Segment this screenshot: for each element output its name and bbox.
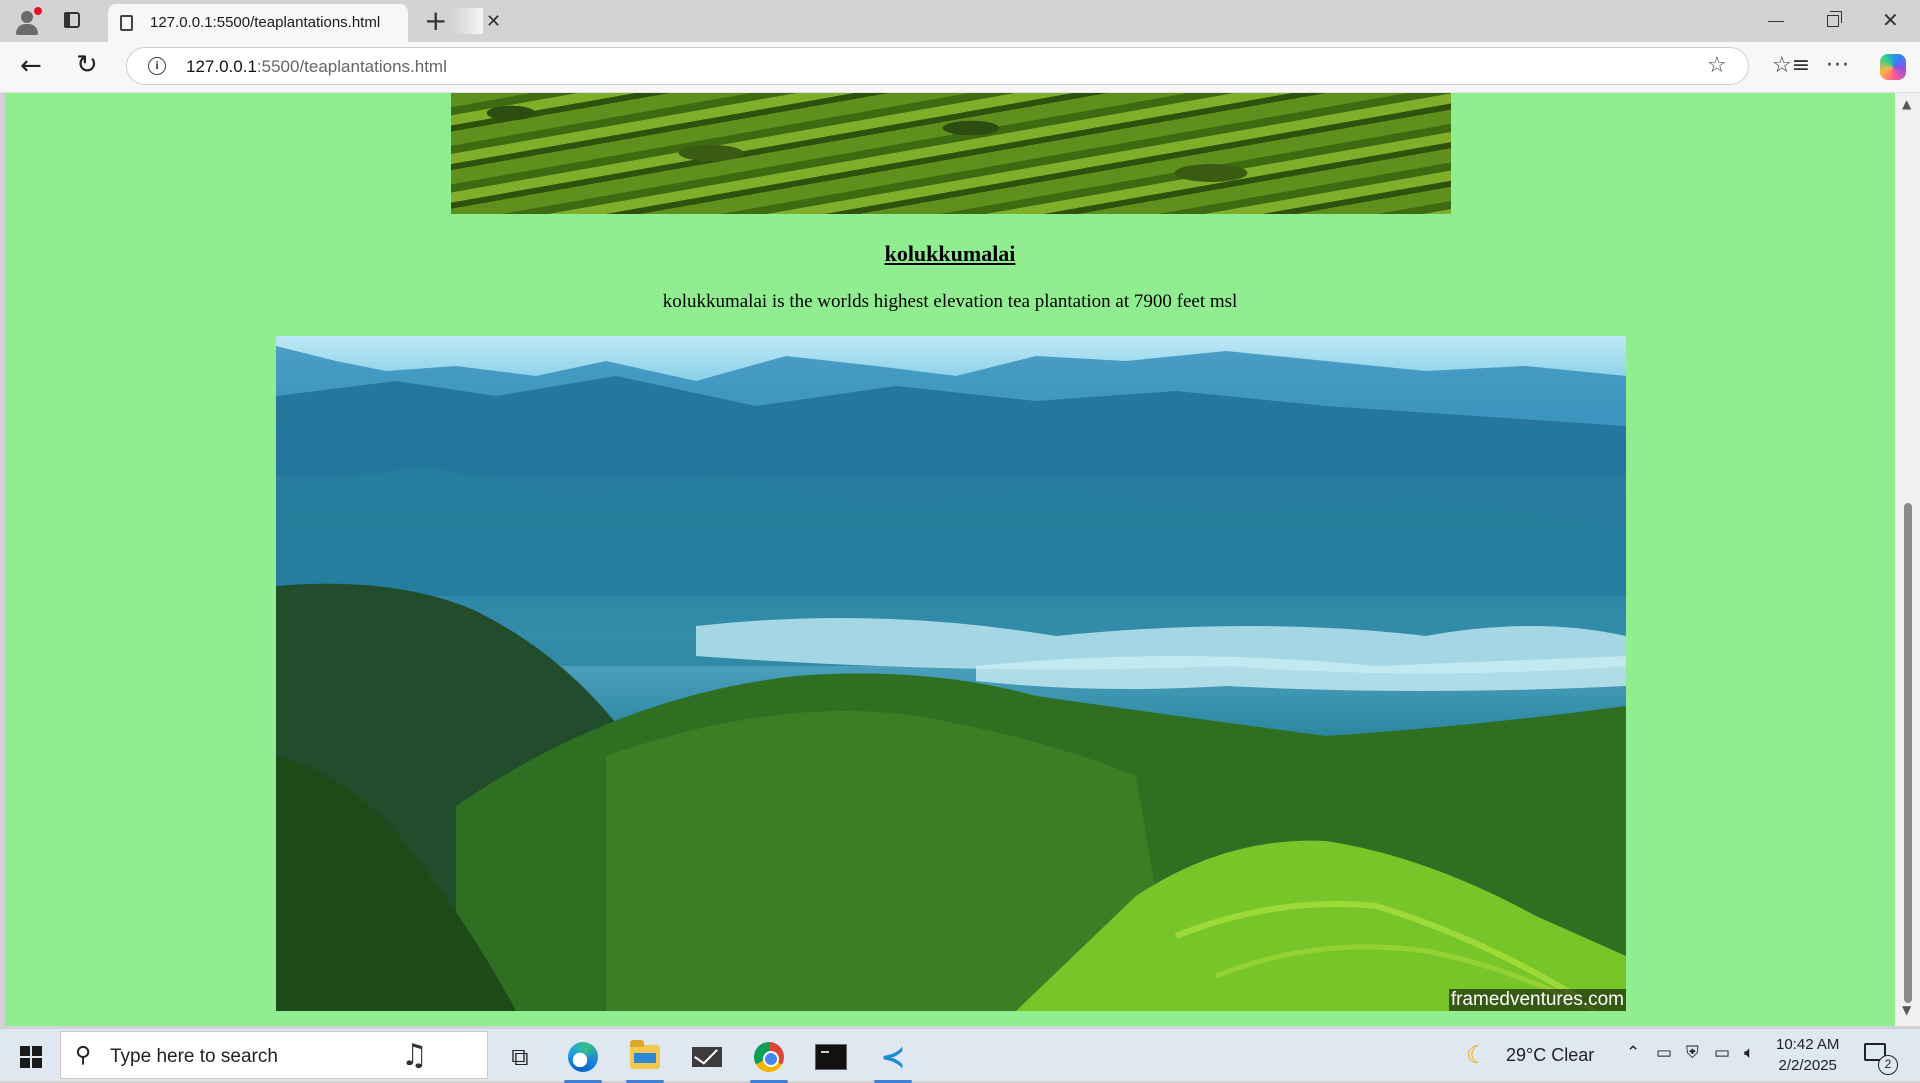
close-window-button[interactable]: ✕: [1882, 8, 1899, 32]
kolukkumalai-photo: framedventures.com: [276, 336, 1626, 1011]
chrome-icon: [754, 1042, 784, 1072]
tea-plantation-photo: [451, 93, 1451, 214]
restore-button[interactable]: [1827, 11, 1842, 27]
edge-icon: [568, 1042, 598, 1072]
search-icon: ⚲: [75, 1043, 92, 1068]
scroll-down-icon[interactable]: ▼: [1902, 1003, 1911, 1017]
page-viewport: kolukkumalai kolukkumalai is the worlds …: [5, 93, 1895, 1026]
search-highlight-icon[interactable]: ♫: [401, 1038, 428, 1073]
address-bar[interactable]: i 127.0.0.1:5500/teaplantations.html ☆: [126, 47, 1749, 85]
clock-date: 2/2/2025: [1778, 1057, 1837, 1074]
profile-icon[interactable]: [12, 6, 42, 36]
section-description: kolukkumalai is the worlds highest eleva…: [662, 291, 1238, 312]
tab-strip: 127.0.0.1:5500/teaplantations.html ✕ + ✕: [0, 0, 1920, 42]
image-watermark: framedventures.com: [1448, 989, 1626, 1011]
taskbar-clock[interactable]: 10:42 AM 2/2/2025: [1776, 1034, 1839, 1076]
site-info-icon[interactable]: i: [148, 57, 166, 75]
taskbar-terminal[interactable]: [806, 1035, 856, 1079]
windows-start-icon[interactable]: [20, 1046, 42, 1068]
taskbar-file-explorer[interactable]: [620, 1035, 670, 1083]
vscode-icon: ≺: [880, 1039, 906, 1075]
copilot-icon[interactable]: [1880, 54, 1906, 80]
volume-icon[interactable]: 🔈︎: [1744, 1043, 1754, 1063]
folder-icon: [630, 1040, 660, 1069]
windows-taskbar: ⚲ Type here to search ♫ ⧉ ≺ ☾ 29°C Clear…: [0, 1028, 1920, 1083]
meet-now-icon[interactable]: ▭: [1656, 1043, 1672, 1063]
active-tab[interactable]: 127.0.0.1:5500/teaplantations.html ✕: [108, 4, 501, 42]
new-tab-button[interactable]: +: [424, 6, 447, 36]
favorites-icon[interactable]: ☆≡: [1772, 54, 1810, 78]
mountain-landscape: [276, 346, 1626, 1011]
terminal-icon: [815, 1044, 847, 1070]
scroll-up-icon[interactable]: ▲: [1902, 97, 1911, 111]
taskbar-vscode[interactable]: ≺: [868, 1035, 918, 1083]
security-icon[interactable]: ⛨: [1686, 1043, 1699, 1063]
moon-icon: ☾: [1466, 1041, 1488, 1069]
scrollbar-thumb[interactable]: [1904, 503, 1912, 1003]
url-text[interactable]: 127.0.0.1:5500/teaplantations.html: [186, 57, 447, 77]
section-heading: kolukkumalai: [884, 241, 1016, 266]
reload-icon[interactable]: ↻: [76, 51, 98, 79]
tab-close-icon[interactable]: ✕: [486, 12, 501, 32]
task-view-icon[interactable]: ⧉: [495, 1035, 545, 1079]
show-hidden-icons-icon[interactable]: ⌃: [1626, 1043, 1640, 1063]
taskbar-mail[interactable]: [682, 1035, 732, 1079]
minimize-button[interactable]: [1768, 21, 1784, 22]
notification-count-badge: 2: [1878, 1055, 1898, 1075]
tab-actions-icon[interactable]: [62, 10, 84, 32]
page-icon: [120, 15, 133, 31]
taskbar-chrome[interactable]: [744, 1035, 794, 1083]
more-icon[interactable]: ···: [1826, 54, 1850, 78]
search-placeholder: Type here to search: [110, 1046, 278, 1067]
vertical-scrollbar[interactable]: ▲ ▼: [1895, 93, 1920, 1026]
mail-icon: [692, 1047, 722, 1067]
clock-time: 10:42 AM: [1776, 1036, 1840, 1053]
weather-text: 29°C Clear: [1506, 1045, 1595, 1065]
taskbar-edge[interactable]: [558, 1035, 608, 1083]
favorite-star-icon[interactable]: ☆: [1707, 53, 1727, 78]
profile-notification-dot: [34, 7, 42, 15]
back-icon[interactable]: ←: [20, 52, 42, 80]
browser-toolbar: ← ↻ i 127.0.0.1:5500/teaplantations.html…: [0, 42, 1920, 93]
taskbar-search-box[interactable]: ⚲ Type here to search ♫: [60, 1031, 488, 1079]
battery-icon[interactable]: ▭: [1714, 1043, 1730, 1063]
